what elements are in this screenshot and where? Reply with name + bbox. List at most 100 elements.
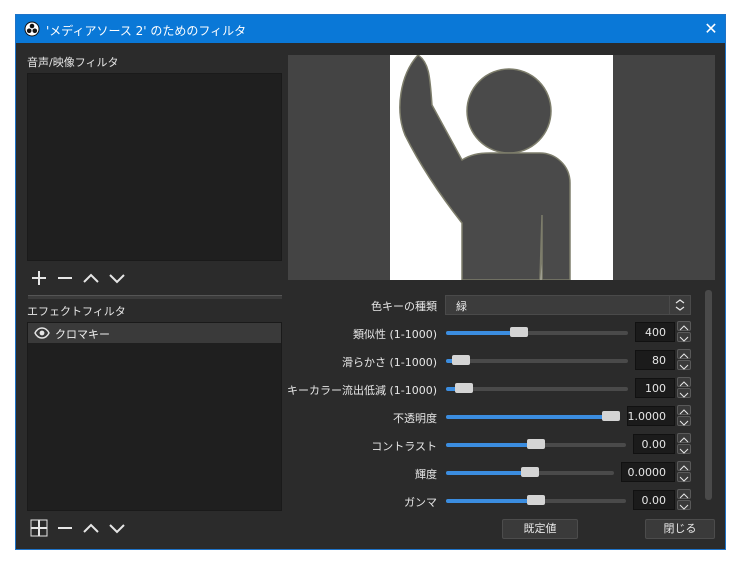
gamma-spinbox[interactable]: 0.00 xyxy=(633,490,675,510)
slider-handle[interactable] xyxy=(527,495,545,505)
audio-video-filters-label: 音声/映像フィルタ xyxy=(27,56,119,69)
decrement-button[interactable] xyxy=(677,500,691,510)
key-color-type-select[interactable]: 緑 xyxy=(445,295,691,315)
increment-button[interactable] xyxy=(677,321,691,331)
brightness-value: 0.0000 xyxy=(627,466,667,479)
plus-icon xyxy=(32,271,46,285)
effect-filters-label: エフェクトフィルタ xyxy=(27,305,126,318)
opacity-stepper[interactable] xyxy=(677,405,691,427)
gamma-value: 0.00 xyxy=(641,494,667,507)
gamma-label: ガンマ xyxy=(404,496,437,509)
move-effect-filter-down-button[interactable] xyxy=(107,518,127,538)
move-audio-filter-up-button[interactable] xyxy=(81,268,101,288)
opacity-label: 不透明度 xyxy=(393,412,437,425)
smoothness-label: 滑らかさ (1-1000) xyxy=(341,356,437,369)
slider-handle[interactable] xyxy=(455,383,474,393)
spill-reduction-slider[interactable] xyxy=(446,383,628,393)
updown-arrows-icon xyxy=(669,296,690,314)
filter-preview xyxy=(288,55,715,280)
scrollbar-thumb[interactable] xyxy=(705,290,712,500)
effect-filter-list[interactable]: クロマキー xyxy=(27,322,282,511)
window-title: 'メディアソース 2' のためのフィルタ xyxy=(46,24,247,38)
opacity-value: 1.0000 xyxy=(627,410,667,423)
increment-button[interactable] xyxy=(677,349,691,359)
slider-handle[interactable] xyxy=(451,355,470,365)
defaults-button[interactable]: 既定値 xyxy=(502,519,578,539)
key-color-type-value: 緑 xyxy=(456,300,467,313)
similarity-stepper[interactable] xyxy=(677,321,691,343)
person-raising-hand-figure xyxy=(399,55,571,280)
gamma-stepper[interactable] xyxy=(677,489,691,511)
properties-scrollbar[interactable] xyxy=(704,288,713,503)
similarity-value: 400 xyxy=(645,326,666,339)
slider-fill xyxy=(446,443,536,447)
increment-button[interactable] xyxy=(677,377,691,387)
slider-fill xyxy=(446,331,519,335)
decrement-button[interactable] xyxy=(677,416,691,426)
contrast-value: 0.00 xyxy=(641,438,667,451)
slider-handle[interactable] xyxy=(521,467,539,477)
list-item[interactable]: クロマキー xyxy=(28,323,281,343)
decrement-button[interactable] xyxy=(677,444,691,454)
decrement-button[interactable] xyxy=(677,388,691,398)
audio-video-filter-list[interactable] xyxy=(27,73,282,261)
decrement-button[interactable] xyxy=(677,332,691,342)
chevron-up-icon xyxy=(83,273,99,283)
decrement-button[interactable] xyxy=(677,472,691,482)
slider-handle[interactable] xyxy=(509,327,528,337)
increment-button[interactable] xyxy=(677,461,691,471)
close-button[interactable]: 閉じる xyxy=(645,519,715,539)
remove-audio-filter-button[interactable] xyxy=(55,268,75,288)
chevron-up-icon xyxy=(83,523,99,533)
key-color-type-label: 色キーの種類 xyxy=(371,300,437,313)
smoothness-spinbox[interactable]: 80 xyxy=(635,350,675,370)
close-window-button[interactable]: ✕ xyxy=(697,15,725,43)
slider-handle[interactable] xyxy=(527,439,545,449)
contrast-stepper[interactable] xyxy=(677,433,691,455)
filters-dialog: 'メディアソース 2' のためのフィルタ ✕ 音声/映像フィルタ エフェクトフィ… xyxy=(15,14,726,550)
smoothness-value: 80 xyxy=(652,354,666,367)
similarity-label: 類似性 (1-1000) xyxy=(352,328,437,341)
increment-button[interactable] xyxy=(677,433,691,443)
increment-button[interactable] xyxy=(677,405,691,415)
slider-fill xyxy=(446,499,536,503)
slider-fill xyxy=(446,415,620,419)
remove-effect-filter-button[interactable] xyxy=(55,518,75,538)
chevron-down-icon xyxy=(109,274,125,284)
spill-reduction-stepper[interactable] xyxy=(677,377,691,399)
contrast-label: コントラスト xyxy=(371,440,437,453)
spill-reduction-label: キーカラー流出低減 (1-1000) xyxy=(286,384,437,397)
minus-icon xyxy=(58,277,72,279)
brightness-slider[interactable] xyxy=(446,467,614,477)
similarity-slider[interactable] xyxy=(446,327,628,337)
minus-icon xyxy=(58,527,72,529)
brightness-stepper[interactable] xyxy=(677,461,691,483)
filter-name: クロマキー xyxy=(55,328,110,341)
add-effect-filter-button[interactable] xyxy=(29,518,49,538)
brightness-label: 輝度 xyxy=(415,468,437,481)
brightness-spinbox[interactable]: 0.0000 xyxy=(621,462,675,482)
spill-reduction-value: 100 xyxy=(645,382,666,395)
eye-icon[interactable] xyxy=(34,327,50,339)
increment-button[interactable] xyxy=(677,489,691,499)
slider-fill xyxy=(446,471,530,475)
plus-icon xyxy=(30,519,48,537)
gamma-slider[interactable] xyxy=(446,495,626,505)
chevron-down-icon xyxy=(109,524,125,534)
move-audio-filter-down-button[interactable] xyxy=(107,268,127,288)
preview-source-image xyxy=(390,55,613,280)
contrast-spinbox[interactable]: 0.00 xyxy=(633,434,675,454)
similarity-spinbox[interactable]: 400 xyxy=(635,322,675,342)
opacity-slider[interactable] xyxy=(446,411,620,421)
move-effect-filter-up-button[interactable] xyxy=(81,518,101,538)
obs-logo-icon xyxy=(24,21,40,37)
decrement-button[interactable] xyxy=(677,360,691,370)
slider-handle[interactable] xyxy=(602,411,620,421)
contrast-slider[interactable] xyxy=(446,439,626,449)
smoothness-stepper[interactable] xyxy=(677,349,691,371)
panel-splitter[interactable] xyxy=(28,295,282,299)
add-audio-filter-button[interactable] xyxy=(29,268,49,288)
opacity-spinbox[interactable]: 1.0000 xyxy=(627,406,675,426)
smoothness-slider[interactable] xyxy=(446,355,628,365)
spill-reduction-spinbox[interactable]: 100 xyxy=(635,378,675,398)
